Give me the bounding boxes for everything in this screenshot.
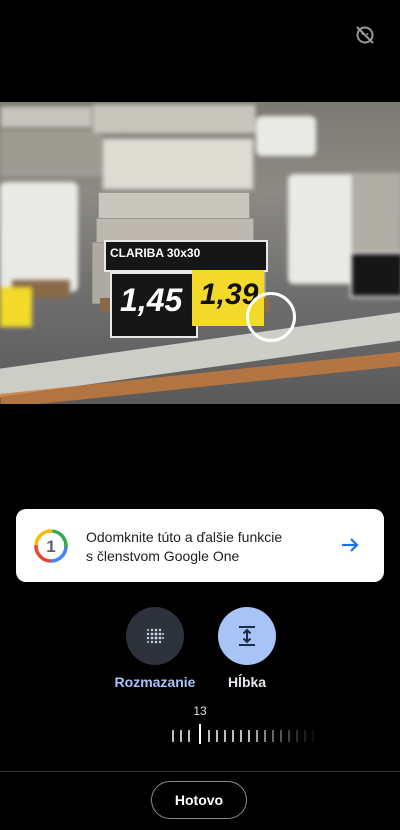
blur-dots-icon [146, 628, 164, 644]
slider-value: 13 [193, 704, 207, 718]
focus-point[interactable] [246, 292, 296, 342]
done-button[interactable]: Hotovo [151, 781, 247, 819]
promo-message: Odomknite túto a ďalšie funkcie s členst… [86, 528, 336, 566]
depth-icon [239, 626, 255, 646]
promo-line-2: s členstvom Google One [86, 548, 240, 564]
blur-mode-button[interactable] [126, 607, 184, 665]
depth-mode-label[interactable]: Hĺbka [207, 674, 287, 690]
promo-line-1: Odomknite túto a ďalšie funkcie [86, 529, 283, 545]
price-tag-dark: 1,45 [110, 272, 198, 338]
depth-mode-button[interactable] [218, 607, 276, 665]
photo-preview[interactable]: CLARIBA 30x30 1,45 1,39 [0, 102, 400, 404]
svg-text:1: 1 [46, 537, 55, 556]
depth-slider[interactable] [170, 724, 330, 746]
blur-mode-label[interactable]: Rozmazanie [112, 674, 198, 690]
face-retouch-off-icon[interactable] [354, 24, 376, 46]
product-sign: CLARIBA 30x30 [104, 240, 268, 272]
google-one-promo-card[interactable]: 1 Odomknite túto a ďalšie funkcie s člen… [16, 509, 384, 582]
footer-divider [0, 771, 400, 772]
google-one-logo-icon: 1 [33, 528, 69, 564]
slider-thumb[interactable] [199, 724, 201, 744]
arrow-right-icon[interactable] [340, 535, 360, 555]
